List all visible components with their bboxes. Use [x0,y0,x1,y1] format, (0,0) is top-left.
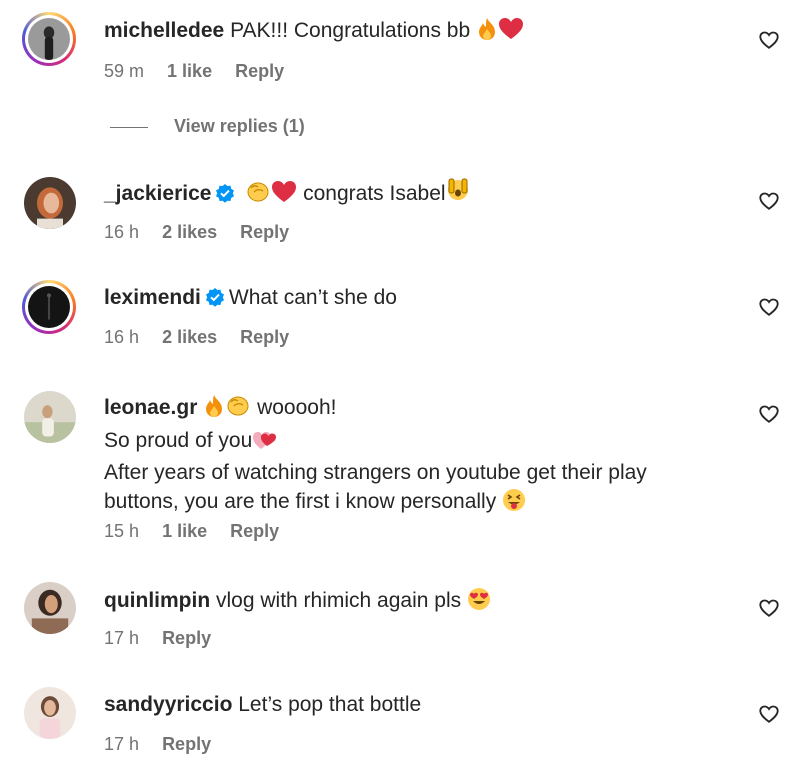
comment-text: PAK!!! Congratulations bb [230,19,471,42]
like-heart-icon[interactable] [758,403,780,425]
comment-likes[interactable]: 1 like [167,61,212,81]
like-heart-icon[interactable] [758,296,780,318]
comment-username[interactable]: leonae.gr [104,396,197,419]
comment-text-line: After years of watching strangers on you… [104,461,647,484]
comment-likes[interactable]: 1 like [162,521,207,541]
comment-username[interactable]: quinlimpin [104,589,210,612]
reply-button[interactable]: Reply [230,521,279,541]
comment-text: congrats Isabel [303,182,446,205]
red-heart-emoji [498,17,524,50]
comment-text: vlog with rhimich again pls [216,589,462,612]
comment-username[interactable]: _jackierice [104,182,211,205]
comment-text: Let’s pop that bottle [238,693,422,716]
avatar[interactable] [22,280,76,334]
squinting-face-with-tongue-emoji [502,488,526,521]
comment-time: 16 h [104,222,140,242]
divider-line [110,126,148,128]
avatar[interactable] [24,687,76,739]
like-heart-icon[interactable] [758,597,780,619]
avatar[interactable] [24,582,76,634]
verified-badge-icon [215,183,235,212]
reply-button[interactable]: Reply [240,327,289,347]
avatar[interactable] [22,12,76,66]
comment-time: 17 h [104,734,140,754]
comment-username[interactable]: leximendi [104,286,201,309]
reply-button[interactable]: Reply [162,628,211,648]
comment-text: What can’t she do [228,286,397,309]
like-heart-icon[interactable] [758,190,780,212]
comment-username[interactable]: michelledee [104,19,224,42]
comment-text: wooooh! [257,396,337,419]
heart-eyes-emoji [467,587,491,620]
face-with-hand-over-mouth-emoji [446,178,470,213]
comment-text-line: So proud of you [104,428,253,452]
comment-text-line: buttons, you are the first i know person… [104,489,497,513]
verified-badge-icon [205,287,225,316]
comment-likes[interactable]: 2 likes [162,222,217,242]
comment-time: 15 h [104,521,140,541]
comment-likes[interactable]: 2 likes [162,327,217,347]
avatar[interactable] [24,391,76,443]
comment-time: 16 h [104,327,140,347]
fire-emoji [203,394,225,427]
clapping-hands-emoji [225,392,251,427]
fire-emoji [476,17,498,50]
comment-time: 59 m [104,61,145,81]
comment-time: 17 h [104,628,140,648]
like-heart-icon[interactable] [758,29,780,51]
like-heart-icon[interactable] [758,703,780,725]
red-heart-emoji [271,180,297,213]
growing-heart-emoji [252,429,278,460]
avatar[interactable] [24,177,76,229]
view-replies-button[interactable]: View replies (1) [110,116,305,137]
reply-button[interactable]: Reply [162,734,211,754]
reply-button[interactable]: Reply [240,222,289,242]
reply-button[interactable]: Reply [235,61,284,81]
clapping-hands-emoji [245,178,271,213]
comment-username[interactable]: sandyyriccio [104,693,232,716]
